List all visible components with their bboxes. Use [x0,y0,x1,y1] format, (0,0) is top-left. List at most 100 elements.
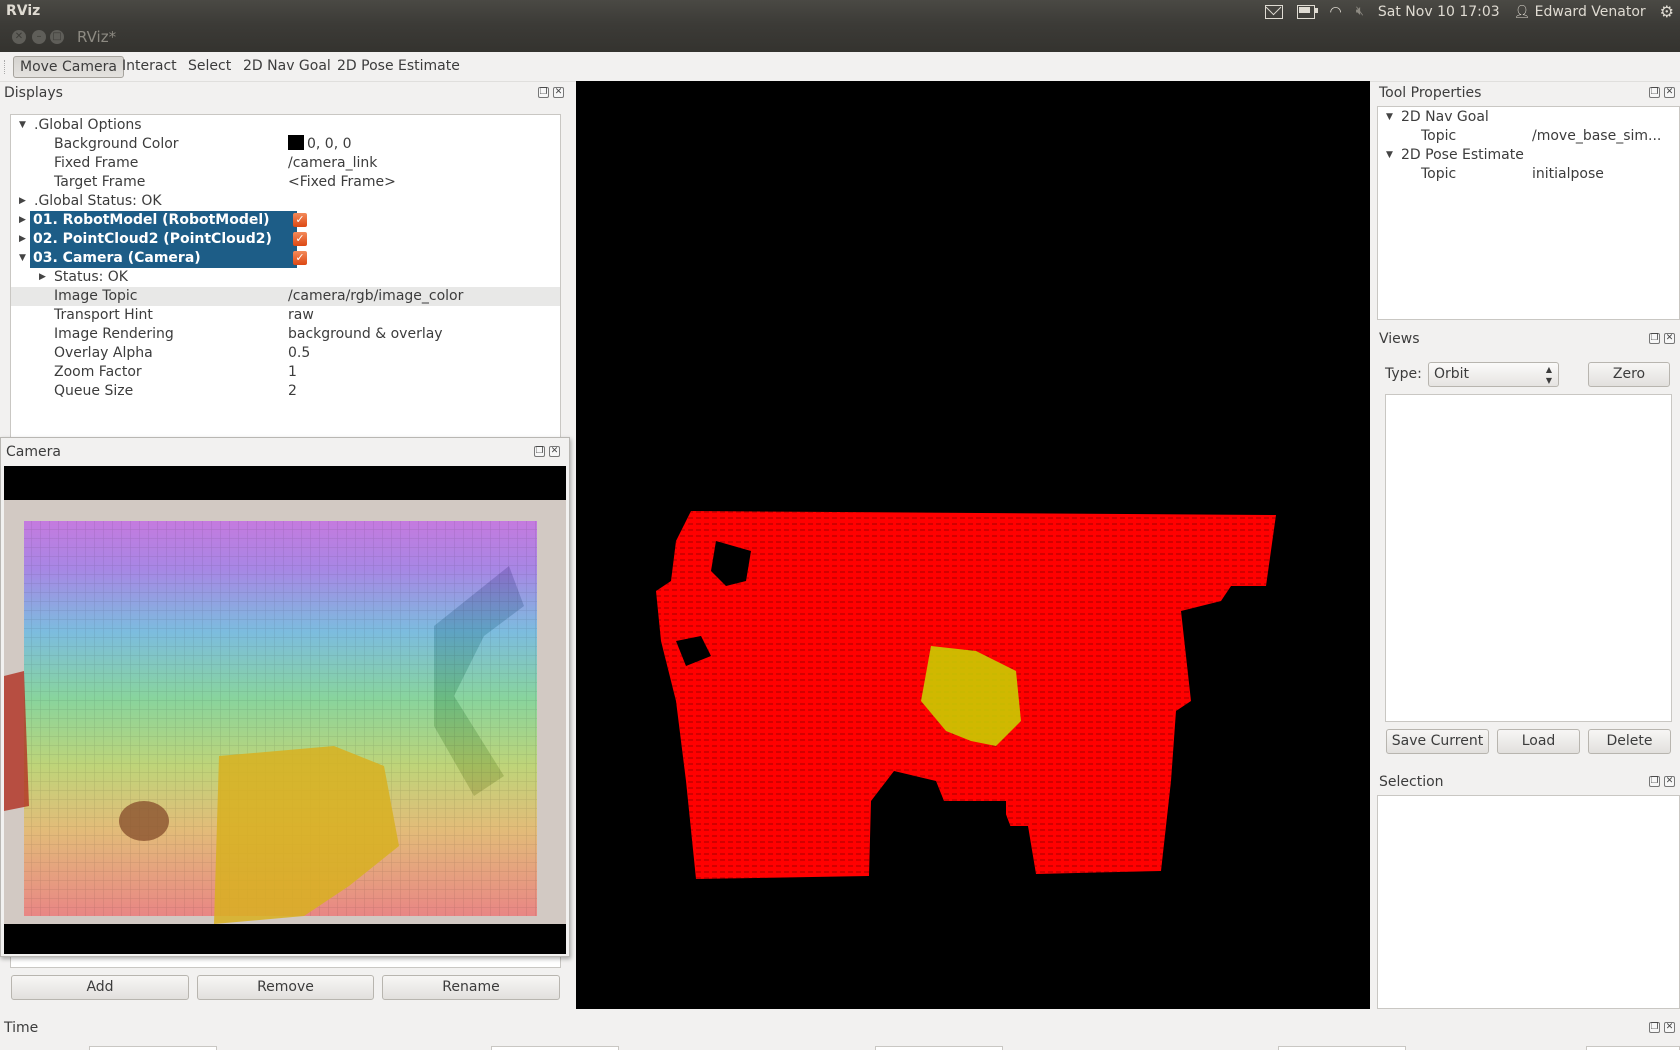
displays-tree: ▼ .Global Options Background Color 0, 0,… [10,114,561,440]
minimize-window-icon[interactable]: – [32,30,46,44]
battery-icon[interactable] [1297,5,1319,19]
expand-arrow-icon[interactable]: ▼ [1386,108,1393,127]
rename-display-button[interactable]: Rename [382,975,560,1000]
undock-icon[interactable]: ❐ [538,87,549,98]
display-pointcloud2-label[interactable]: 02. PointCloud2 (PointCloud2) [30,230,297,249]
clock[interactable]: Sat Nov 10 17:03 [1378,4,1500,20]
tree-row-image-topic[interactable]: Image Topic /camera/rgb/image_color [11,287,560,306]
color-swatch[interactable] [288,135,304,150]
time-field[interactable] [875,1046,1003,1050]
gear-icon[interactable]: ⚙ [1660,4,1674,20]
tool-interact[interactable]: Interact [116,56,183,78]
tree-row-global-options[interactable]: ▼ .Global Options [11,116,560,135]
display-robotmodel-checkbox[interactable]: ✓ [293,213,307,227]
pose-estimate-topic-value[interactable]: initialpose [1532,165,1604,184]
tree-row-pose-estimate[interactable]: ▼ 2D Pose Estimate [1378,146,1678,165]
time-field[interactable] [89,1046,217,1050]
zero-view-button[interactable]: Zero [1588,362,1670,387]
time-title: Time [4,1020,39,1036]
camera-window[interactable]: Camera ❐ ✕ [0,437,570,957]
undock-icon[interactable]: ❐ [1649,333,1660,344]
view-type-select[interactable]: Orbit ▲ ▼ [1428,362,1559,387]
image-topic-value[interactable]: /camera/rgb/image_color [288,287,463,306]
tree-row-transport-hint[interactable]: Transport Hint raw [11,306,560,325]
tree-row-image-rendering[interactable]: Image Rendering background & overlay [11,325,560,344]
tree-row-zoom-factor[interactable]: Zoom Factor 1 [11,363,560,382]
tree-row-overlay-alpha[interactable]: Overlay Alpha 0.5 [11,344,560,363]
close-icon[interactable]: ✕ [1664,1022,1675,1033]
remove-display-button[interactable]: Remove [197,975,374,1000]
zoom-factor-value[interactable]: 1 [288,363,297,382]
undock-icon[interactable]: ❐ [1649,776,1660,787]
tree-row-robotmodel[interactable]: ▶ 01. RobotModel (RobotModel) ✓ [11,211,560,230]
transport-hint-value[interactable]: raw [288,306,314,325]
expand-arrow-icon[interactable]: ▼ [19,249,26,268]
close-icon[interactable]: ✕ [1664,333,1675,344]
display-robotmodel-label[interactable]: 01. RobotModel (RobotModel) [30,211,297,230]
top-panel: RViz ◠ 🔇︎ Sat Nov 10 17:03 👤︎ Edward Ven… [0,0,1680,24]
tool-select[interactable]: Select [182,56,237,78]
global-options-label: .Global Options [34,117,142,133]
tree-row-fixed-frame[interactable]: Fixed Frame /camera_link [11,154,560,173]
tree-row-global-status[interactable]: ▶ .Global Status: OK [11,192,560,211]
queue-size-value[interactable]: 2 [288,382,297,401]
tree-row-nav-goal-topic[interactable]: Topic /move_base_sim... [1378,127,1678,146]
tool-move-camera[interactable]: Move Camera [13,56,124,78]
undock-icon[interactable]: ❐ [534,446,545,457]
close-icon[interactable]: ✕ [549,446,560,457]
views-title: Views [1379,331,1420,347]
tree-row-nav-goal[interactable]: ▼ 2D Nav Goal [1378,108,1678,127]
close-window-icon[interactable]: ✕ [12,30,26,44]
maximize-window-icon[interactable]: □ [50,30,64,44]
load-view-button[interactable]: Load [1497,729,1580,754]
time-field[interactable] [1278,1046,1406,1050]
tool-2d-pose-estimate[interactable]: 2D Pose Estimate [331,56,466,78]
target-frame-value[interactable]: <Fixed Frame> [288,173,396,192]
undock-icon[interactable]: ❐ [1649,87,1660,98]
collapse-arrow-icon[interactable]: ▶ [19,230,26,249]
camera-image-view [4,466,566,954]
time-field[interactable] [1586,1046,1680,1050]
display-camera-label[interactable]: 03. Camera (Camera) [30,249,297,268]
saved-views-list[interactable] [1385,394,1672,722]
display-pointcloud2-checkbox[interactable]: ✓ [293,232,307,246]
collapse-arrow-icon[interactable]: ▶ [39,268,46,287]
add-display-button[interactable]: Add [11,975,189,1000]
tree-row-background-color[interactable]: Background Color 0, 0, 0 [11,135,560,154]
close-icon[interactable]: ✕ [1664,776,1675,787]
tree-row-target-frame[interactable]: Target Frame <Fixed Frame> [11,173,560,192]
mail-icon[interactable] [1265,5,1284,19]
undock-icon[interactable]: ❐ [1649,1022,1660,1033]
volume-muted-icon[interactable]: 🔇︎ [1356,5,1364,19]
tree-row-queue-size[interactable]: Queue Size 2 [11,382,560,401]
tree-row-pose-estimate-topic[interactable]: Topic initialpose [1378,165,1678,184]
toolbar-grip[interactable] [4,60,7,74]
window-titlebar: ✕ – □ RViz* [0,24,1680,52]
tree-row-pointcloud2[interactable]: ▶ 02. PointCloud2 (PointCloud2) ✓ [11,230,560,249]
image-rendering-value[interactable]: background & overlay [288,325,443,344]
tool-2d-nav-goal[interactable]: 2D Nav Goal [237,56,337,78]
close-icon[interactable]: ✕ [553,87,564,98]
wifi-icon[interactable]: ◠ [1329,5,1341,19]
display-camera-checkbox[interactable]: ✓ [293,251,307,265]
camera-dock-buttons: ❐ ✕ [534,446,560,457]
nav-goal-topic-label: Topic [1421,128,1457,144]
delete-view-button[interactable]: Delete [1588,729,1671,754]
save-current-view-button[interactable]: Save Current [1386,729,1489,754]
views-dock-buttons: ❐ ✕ [1649,333,1675,344]
background-color-value[interactable]: 0, 0, 0 [307,136,352,152]
close-icon[interactable]: ✕ [1664,87,1675,98]
overlay-alpha-value[interactable]: 0.5 [288,344,310,363]
tree-row-camera[interactable]: ▼ 03. Camera (Camera) ✓ [11,249,560,268]
tree-row-camera-status[interactable]: ▶ Status: OK [11,268,560,287]
time-field[interactable] [491,1046,619,1050]
expand-arrow-icon[interactable]: ▼ [19,116,26,135]
collapse-arrow-icon[interactable]: ▶ [19,211,26,230]
fixed-frame-value[interactable]: /camera_link [288,154,377,173]
collapse-arrow-icon[interactable]: ▶ [19,192,26,211]
nav-goal-topic-value[interactable]: /move_base_sim... [1532,127,1661,146]
pose-estimate-topic-label: Topic [1421,166,1457,182]
3d-render-viewport[interactable] [576,81,1370,1009]
user-menu[interactable]: 👤︎ Edward Venator [1514,4,1646,20]
expand-arrow-icon[interactable]: ▼ [1386,146,1393,165]
